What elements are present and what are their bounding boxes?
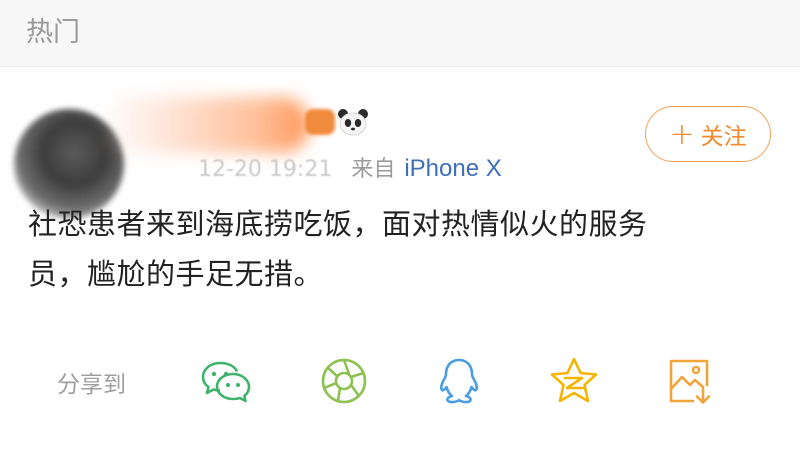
save-image-icon[interactable] [663,355,715,407]
weibo-hot-post-screen: 热门 12-20 19:21 来自 iPhone X + 关注 社恐患者来到海底… [0,0,800,456]
post-meta: 12-20 19:21 来自 iPhone X [198,154,502,185]
follow-button[interactable]: + 关注 [645,106,771,162]
post-text: 社恐患者来到海底捞吃饭，面对热情似火的服务 员，尴尬的手足无措。 [28,199,768,299]
member-badge-icon [305,109,335,135]
post-text-line: 社恐患者来到海底捞吃饭，面对热情似火的服务 [28,207,648,241]
wechat-icon[interactable] [200,355,252,407]
post-card: 12-20 19:21 来自 iPhone X + 关注 社恐患者来到海底捞吃饭… [0,67,800,456]
qzone-icon[interactable] [548,355,600,407]
share-bar: 分享到 [0,347,800,417]
panda-icon [338,109,368,136]
follow-button-label: 关注 [700,124,747,150]
post-text-line: 员，尴尬的手足无措。 [28,257,324,291]
plus-icon: + [669,116,695,152]
post-time: 12-20 19:21 [198,157,333,182]
section-title: 热门 [26,17,80,48]
section-header: 热门 [0,0,800,67]
source-device[interactable]: iPhone X [404,155,501,182]
source-label: 来自 [351,157,396,182]
moments-icon[interactable] [318,355,370,407]
qq-icon[interactable] [433,355,485,407]
username[interactable] [100,97,310,153]
share-label: 分享到 [57,372,126,398]
